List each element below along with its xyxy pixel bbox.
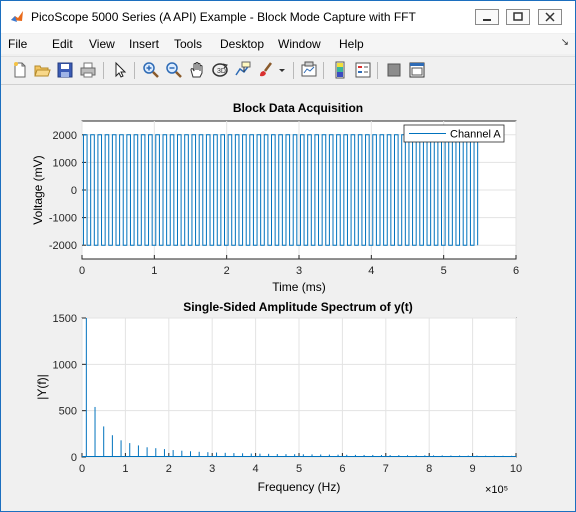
menu-window[interactable]: Window — [278, 37, 321, 51]
open-file-icon[interactable] — [33, 61, 51, 79]
menu-tools[interactable]: Tools — [174, 37, 202, 51]
chart2-xtick-label: 2 — [166, 463, 172, 475]
hide-plot-tools-icon[interactable] — [385, 61, 403, 79]
chart2-ylabel: |Y(f)| — [35, 374, 49, 400]
chart1-xlabel: Time (ms) — [272, 280, 326, 294]
save-icon[interactable] — [56, 61, 74, 79]
chart2-xtick-label: 9 — [470, 463, 476, 475]
chart1-xtick-label: 6 — [513, 265, 519, 277]
maximize-button[interactable] — [506, 9, 530, 25]
figure-toolbar: 3D — [1, 56, 575, 85]
chart1-xtick-label: 4 — [368, 265, 374, 277]
close-button[interactable] — [538, 9, 562, 25]
chart2-ytick-label: 1500 — [53, 313, 77, 325]
chart2-yticks: 1500 1000 500 0 — [53, 313, 86, 464]
figure-canvas: Block Data Acquisition 0123456 2000 1000 0… — [9, 85, 569, 505]
charts-svg: Block Data Acquisition 0123456 200010000… — [31, 101, 522, 496]
menu-help[interactable]: Help — [339, 37, 364, 51]
zoom-out-icon[interactable] — [165, 61, 183, 79]
chart2-xlabel: Frequency (Hz) — [258, 480, 341, 494]
close-icon — [545, 12, 555, 22]
show-plot-tools-icon[interactable] — [408, 61, 426, 79]
zoom-in-icon[interactable] — [142, 61, 160, 79]
chart2-xtick-label: 6 — [339, 463, 345, 475]
toolbar-separator — [134, 62, 135, 79]
chart2-xtick-label: 0 — [79, 463, 85, 475]
chart2-xtick-label: 5 — [296, 463, 302, 475]
pointer-icon[interactable] — [111, 61, 129, 79]
chart1-xtick-label: 0 — [79, 265, 85, 277]
menu-bar: File Edit View Insert Tools Desktop Wind… — [1, 34, 575, 54]
new-figure-icon[interactable] — [11, 61, 29, 79]
menu-file[interactable]: File — [8, 37, 27, 51]
minimize-button[interactable] — [475, 9, 499, 25]
chart1-ytick-label: 1000 — [53, 157, 77, 169]
rotate-3d-icon[interactable]: 3D — [211, 61, 229, 79]
dock-arrow-icon[interactable]: ↘ — [561, 37, 569, 48]
chart2-xtick-label: 10 — [510, 463, 522, 475]
link-plot-icon[interactable] — [300, 61, 318, 79]
chart2-title: Single-Sided Amplitude Spectrum of y(t) — [183, 300, 413, 314]
chart2-xtick-label: 8 — [426, 463, 432, 475]
menu-insert[interactable]: Insert — [129, 37, 159, 51]
chart1-legend[interactable]: Channel A — [403, 124, 505, 143]
menu-view[interactable]: View — [89, 37, 115, 51]
figure-window: PicoScope 5000 Series (A API) Example - … — [0, 0, 576, 512]
chart1-ylabel: Voltage (mV) — [31, 155, 45, 224]
legend-label-channel-a: Channel A — [450, 129, 501, 141]
chart2-xtick-label: 1 — [122, 463, 128, 475]
data-cursor-icon[interactable] — [234, 61, 252, 79]
chart1-xtick-label: 2 — [224, 265, 230, 277]
chart1-yticks: 2000 1000 0 -1000 -2000 — [49, 130, 86, 252]
chart2-xtick-label: 7 — [383, 463, 389, 475]
toolbar-separator — [323, 62, 324, 79]
chart1-ytick-label: -1000 — [49, 213, 77, 225]
legend-icon[interactable] — [354, 61, 372, 79]
chart2-x-multiplier: ×10⁵ — [485, 484, 508, 496]
chart1-xtick-label: 1 — [151, 265, 157, 277]
menu-edit[interactable]: Edit — [52, 37, 73, 51]
chart1-xtick-label: 5 — [441, 265, 447, 277]
toolbar-separator — [377, 62, 378, 79]
title-bar[interactable]: PicoScope 5000 Series (A API) Example - … — [1, 1, 575, 33]
menu-desktop[interactable]: Desktop — [220, 37, 264, 51]
colorbar-icon[interactable] — [331, 61, 349, 79]
brush-icon[interactable] — [257, 61, 275, 79]
chart1-xtick-label: 3 — [296, 265, 302, 277]
toolbar-separator — [103, 62, 104, 79]
chart1-ytick-label: 0 — [71, 185, 77, 197]
maximize-icon — [513, 12, 523, 21]
pan-icon[interactable] — [188, 61, 206, 79]
chart1-ytick-label: 2000 — [53, 130, 77, 142]
print-icon[interactable] — [79, 61, 97, 79]
chart1-title: Block Data Acquisition — [233, 101, 363, 115]
chart1-ytick-label: -2000 — [49, 240, 77, 252]
window-title: PicoScope 5000 Series (A API) Example - … — [31, 10, 416, 24]
toolbar-separator — [293, 62, 294, 79]
minimize-icon — [483, 19, 491, 21]
matlab-icon — [11, 11, 23, 22]
svg-text:3D: 3D — [217, 68, 226, 75]
chart2-ytick-label: 1000 — [53, 359, 77, 371]
chart2-xtick-label: 4 — [253, 463, 259, 475]
chart2-xtick-label: 3 — [209, 463, 215, 475]
chart2-ytick-label: 0 — [71, 452, 77, 464]
chevron-down-icon[interactable] — [277, 61, 287, 79]
chart2-ytick-label: 500 — [59, 406, 77, 418]
